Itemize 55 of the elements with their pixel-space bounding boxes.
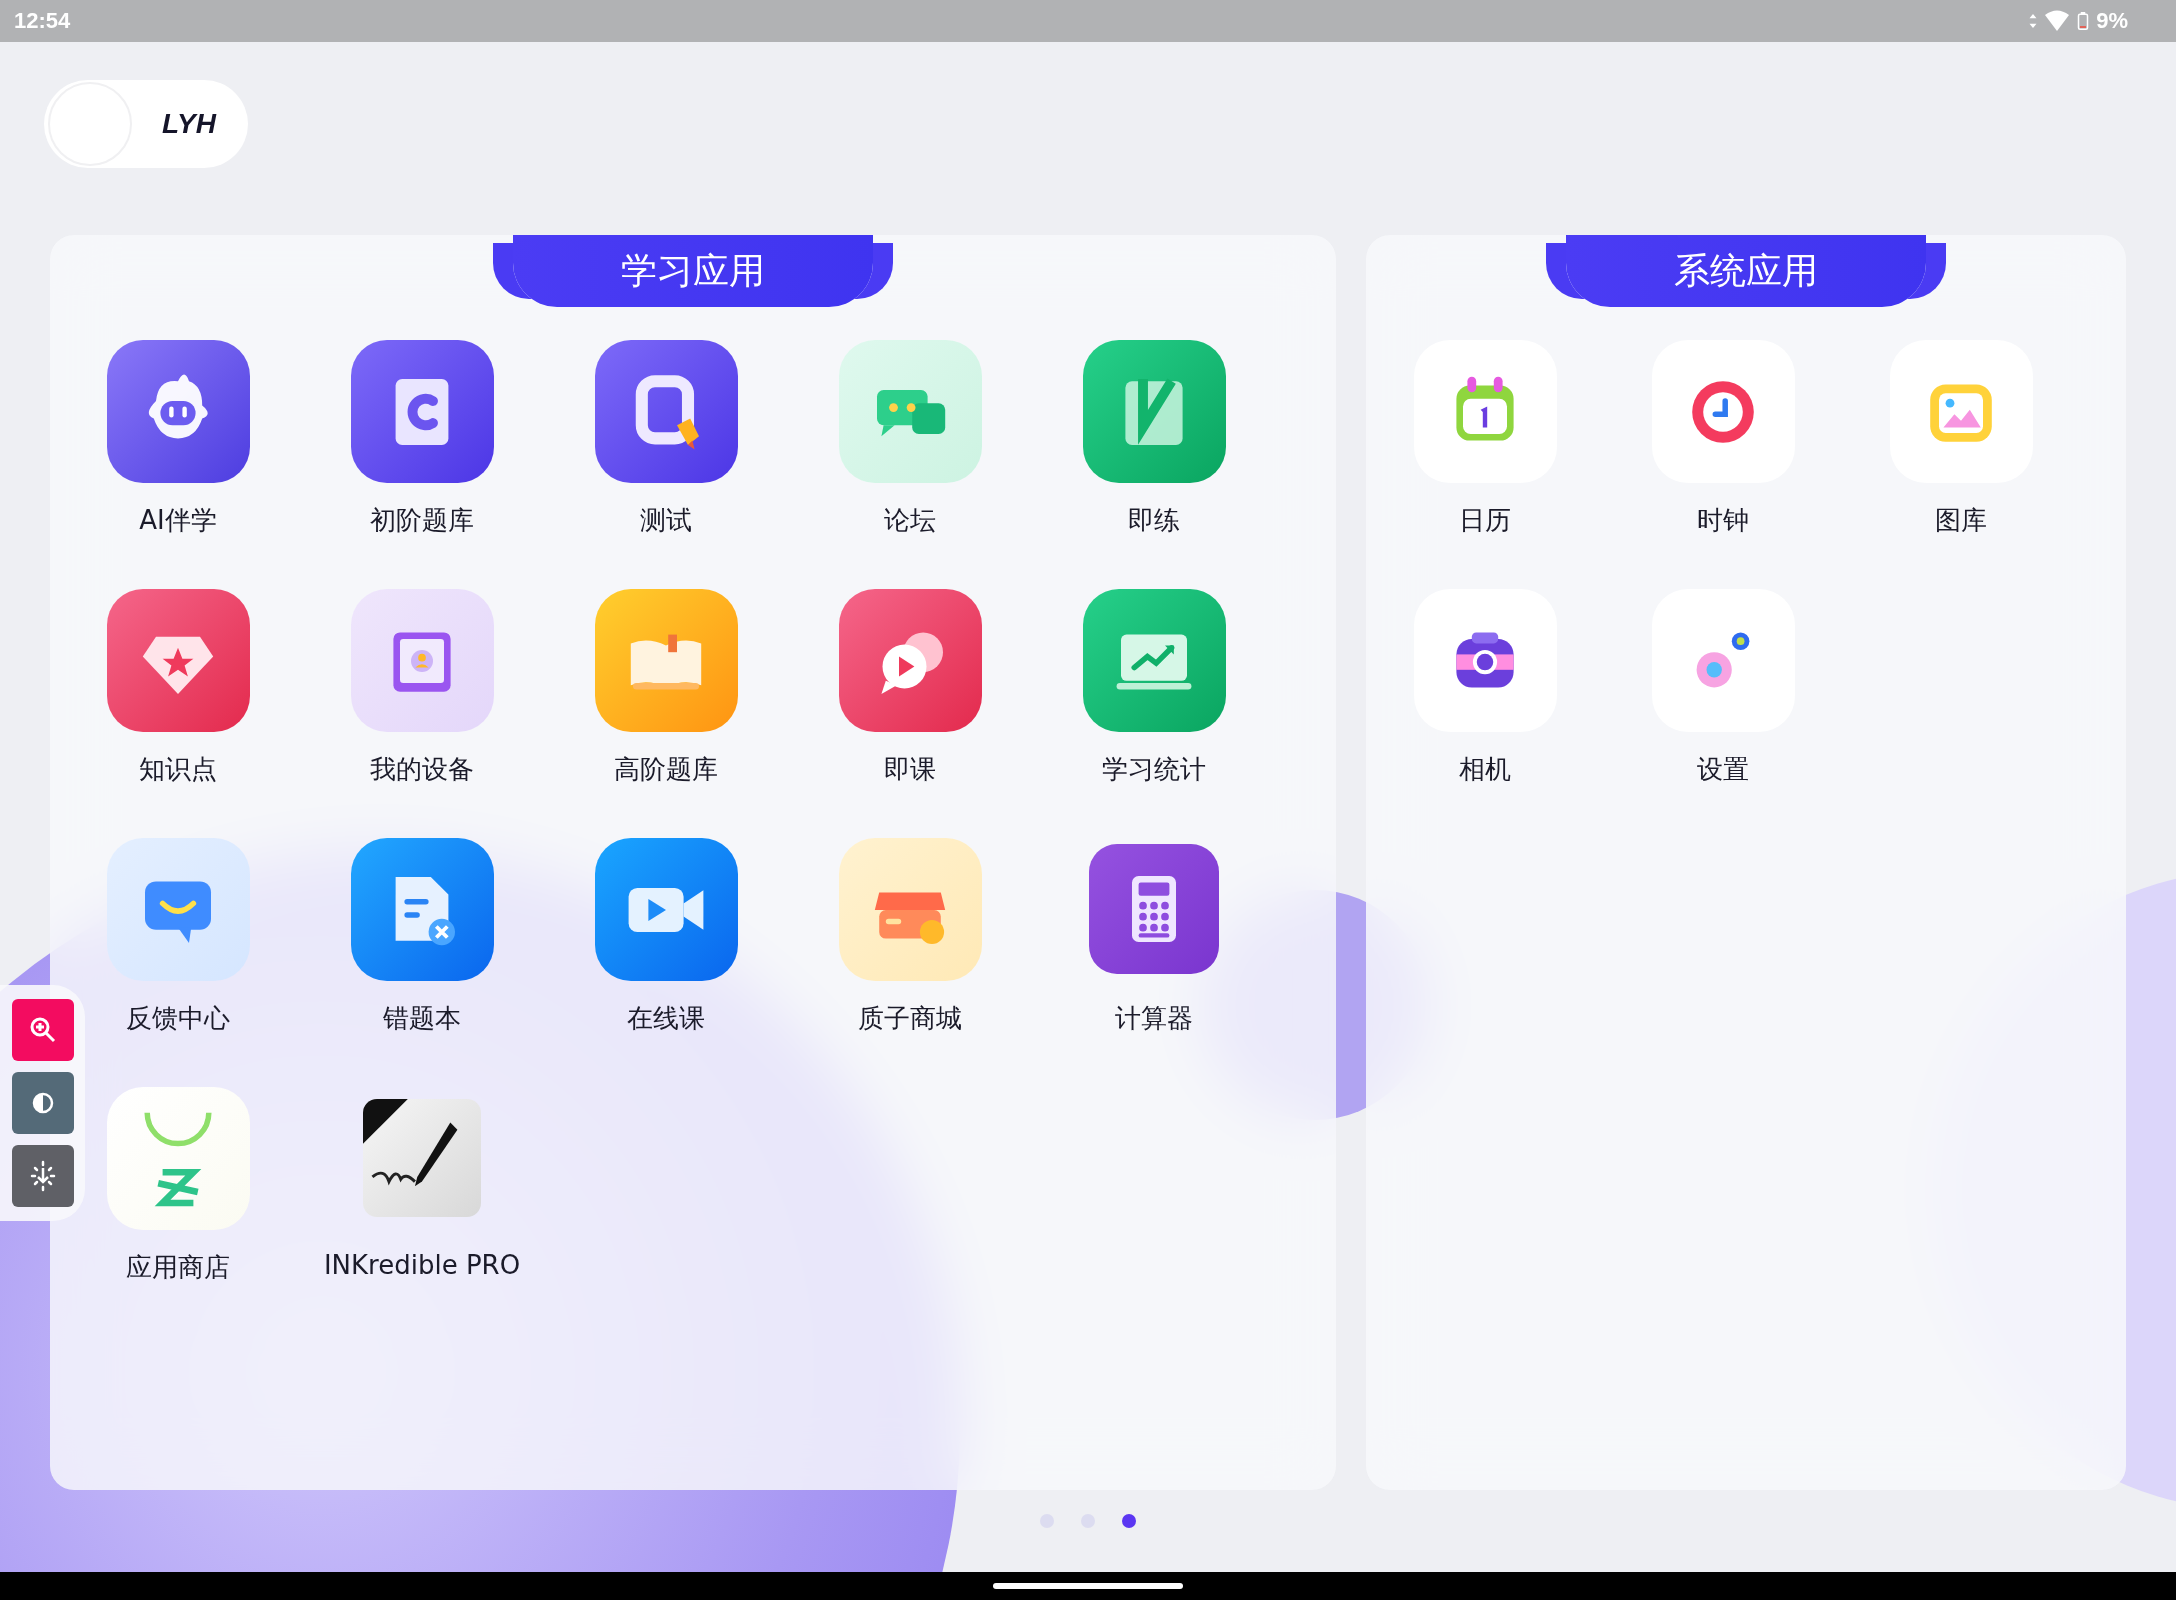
battery-percent: 9% (2096, 8, 2128, 34)
app-label: 论坛 (884, 504, 936, 537)
app-label: 知识点 (139, 753, 217, 786)
app-label: 相机 (1459, 753, 1511, 786)
app-icon-tile[interactable] (838, 589, 982, 732)
contrast-button[interactable] (12, 1072, 74, 1134)
app-icon-tile[interactable] (1089, 844, 1219, 974)
app-label: 质子商城 (858, 1002, 962, 1035)
app-label: 测试 (640, 504, 692, 537)
contrast-icon (31, 1091, 55, 1115)
app-label: 学习统计 (1102, 753, 1206, 786)
app-label: 设置 (1697, 753, 1749, 786)
app-icon-tile[interactable] (106, 340, 250, 483)
zoom-in-icon (29, 1016, 57, 1044)
app-icon-tile[interactable] (1082, 589, 1226, 732)
app-icon-tile[interactable] (106, 838, 250, 981)
app-label: 应用商店 (126, 1251, 230, 1284)
app-label: 日历 (1459, 504, 1511, 537)
app-icon-tile[interactable] (1889, 340, 2033, 483)
app-icon-tile[interactable] (1651, 340, 1795, 483)
app-icon-tile[interactable] (350, 340, 494, 483)
app-label: 图库 (1935, 504, 1987, 537)
app-icon-tile[interactable] (106, 589, 250, 732)
page-dot[interactable] (1121, 1514, 1136, 1528)
app-icon-tile[interactable] (350, 589, 494, 732)
app-icon-tile[interactable] (1413, 340, 1557, 483)
profile-chip[interactable]: LYH (44, 80, 248, 168)
app-icon-tile[interactable] (1082, 340, 1226, 483)
app-icon-tile[interactable] (350, 838, 494, 981)
app-label: 即练 (1128, 504, 1180, 537)
app-label: 即课 (884, 753, 936, 786)
app-icon-tile[interactable] (1651, 589, 1795, 732)
app-label: 时钟 (1697, 504, 1749, 537)
app-icon-tile[interactable] (594, 340, 738, 483)
app-icon-tile[interactable] (1413, 589, 1557, 732)
brightness-button[interactable] (12, 1145, 74, 1207)
app-icon-tile[interactable] (838, 838, 982, 981)
app-label: AI伴学 (139, 504, 217, 537)
app-label: 高阶题库 (614, 753, 718, 786)
user-name: LYH (162, 108, 216, 140)
app-label: 初阶题库 (370, 504, 474, 537)
app-icon-tile[interactable] (363, 1099, 481, 1217)
app-label: 反馈中心 (126, 1002, 230, 1035)
app-icon-tile[interactable] (106, 1087, 250, 1230)
app-label: 在线课 (627, 1002, 705, 1035)
app-icon-tile[interactable] (594, 589, 738, 732)
app-label: INKredible PRO (323, 1250, 521, 1280)
app-label: 计算器 (1115, 1002, 1193, 1035)
zoom-in-button[interactable] (12, 999, 74, 1061)
app-label: 错题本 (383, 1002, 461, 1035)
status-time: 12:54 (14, 8, 71, 34)
app-icon-tile[interactable] (838, 340, 982, 483)
home-handle[interactable] (993, 1583, 1183, 1589)
app-label: 我的设备 (370, 753, 474, 786)
app-icon-tile[interactable] (594, 838, 738, 981)
